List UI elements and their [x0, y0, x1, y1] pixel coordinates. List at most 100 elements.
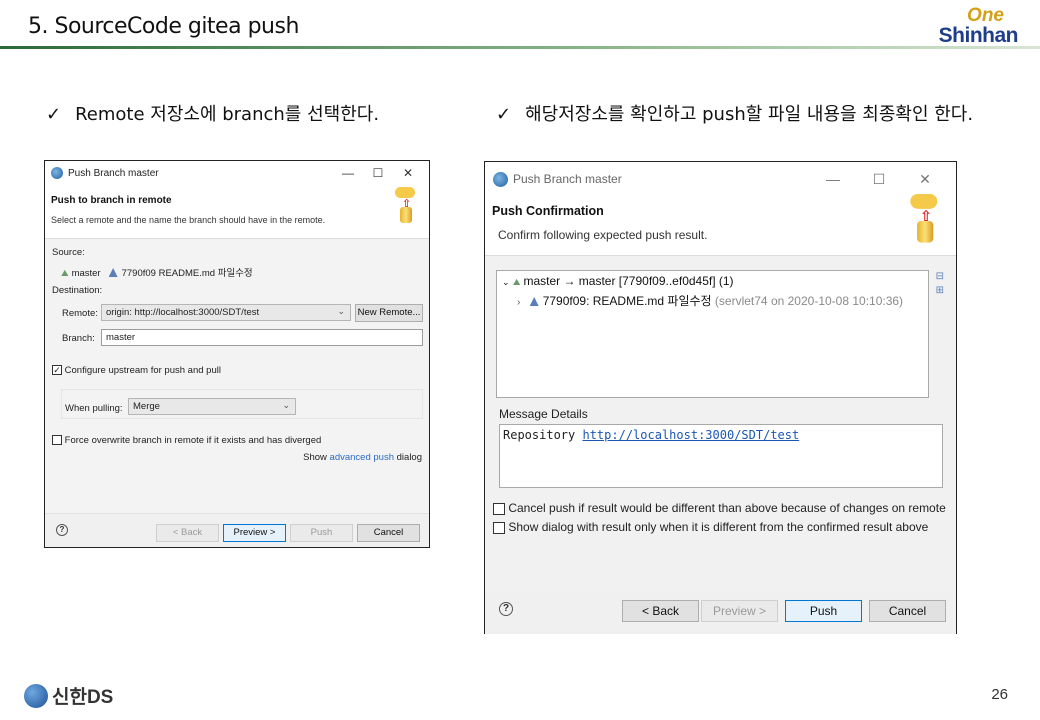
- page-number: 26: [991, 686, 1008, 703]
- tree-toolbar: ⊟ ⊞: [936, 270, 944, 298]
- help-icon[interactable]: ?: [56, 524, 68, 536]
- shinhan-logo-icon: [24, 683, 48, 708]
- when-pulling-select[interactable]: Merge ⌄: [128, 398, 296, 415]
- commit-meta: (servlet74 on 2020-10-08 10:10:36): [714, 294, 904, 308]
- preview-button[interactable]: Preview >: [223, 524, 286, 542]
- commit-icon: [108, 268, 118, 277]
- wizard-title: Push Confirmation: [492, 204, 604, 218]
- cancel-push-option[interactable]: Cancel push if result would be different…: [493, 501, 946, 515]
- branch-ref-icon: ⛰: [512, 277, 521, 287]
- when-pulling-label: When pulling:: [65, 403, 123, 414]
- branch-ref-icon: ⛰: [61, 268, 69, 278]
- back-button[interactable]: < Back: [622, 600, 699, 622]
- caption-left-text: Remote 저장소에 branch를 선택한다.: [75, 104, 380, 125]
- show-dialog-option[interactable]: Show dialog with result only when it is …: [493, 520, 928, 534]
- show-dialog-label: Show dialog with result only when it is …: [508, 520, 929, 534]
- configure-upstream-option[interactable]: ✓ Configure upstream for push and pull: [52, 365, 221, 376]
- ref-update-text: master → master [7790f09..ef0d45f] (1): [523, 274, 734, 288]
- force-overwrite-option[interactable]: Force overwrite branch in remote if it e…: [52, 435, 321, 446]
- tree-row-ref[interactable]: ⌄ ⛰ master → master [7790f09..ef0d45f] (1…: [502, 274, 734, 288]
- back-button[interactable]: < Back: [156, 524, 219, 542]
- push-branch-dialog-confirmation: Push Branch master — ☐ ✕ Push Confirmati…: [484, 161, 957, 634]
- chevron-right-icon[interactable]: ›: [517, 297, 520, 308]
- wizard-footer: ? < Back Preview > Push Cancel: [45, 513, 429, 547]
- force-overwrite-checkbox[interactable]: [52, 435, 62, 446]
- push-result-tree: ⌄ ⛰ master → master [7790f09..ef0d45f] (1…: [496, 270, 929, 398]
- message-prefix: Repository: [503, 428, 576, 442]
- source-row: ⛰ master 7790f09 README.md 파일수정: [61, 265, 253, 279]
- remote-select-value: origin: http://localhost:3000/SDT/test: [106, 307, 260, 318]
- new-remote-button[interactable]: New Remote...: [355, 304, 423, 322]
- configure-upstream-label: Configure upstream for push and pull: [64, 365, 221, 376]
- check-icon: ✓: [496, 104, 512, 125]
- title-divider: [0, 46, 1040, 49]
- branch-label: Branch:: [62, 333, 95, 344]
- close-icon[interactable]: ✕: [393, 166, 423, 180]
- eclipse-app-icon: [493, 171, 508, 187]
- caption-left: ✓ Remote 저장소에 branch를 선택한다.: [46, 100, 379, 126]
- tree-row-commit[interactable]: › 7790f09: README.md 파일수정 (servlet74 on …: [517, 292, 903, 309]
- wizard-title: Push to branch in remote: [51, 195, 172, 206]
- show-dialog-checkbox[interactable]: [493, 521, 505, 534]
- push-button[interactable]: Push: [785, 600, 862, 622]
- when-pulling-value: Merge: [133, 401, 160, 412]
- cancel-button[interactable]: Cancel: [357, 524, 420, 542]
- caption-right: ✓ 해당저장소를 확인하고 push할 파일 내용을 최종확인 한다.: [496, 100, 973, 126]
- wizard-body: ⌄ ⛰ master → master [7790f09..ef0d45f] (1…: [485, 256, 956, 634]
- expand-all-icon[interactable]: ⊞: [936, 284, 944, 298]
- brand-shinhan-text: Shinhan: [938, 24, 1019, 47]
- brand-one-text: One: [967, 5, 1004, 26]
- repository-link[interactable]: http://localhost:3000/SDT/test: [582, 428, 799, 442]
- source-commit: 7790f09 README.md 파일수정: [121, 268, 253, 279]
- chevron-down-icon: ⌄: [337, 306, 345, 316]
- minimize-icon[interactable]: —: [810, 171, 856, 187]
- destination-label: Destination:: [52, 285, 103, 296]
- chevron-down-icon[interactable]: ⌄: [502, 277, 510, 287]
- collapse-all-icon[interactable]: ⊟: [936, 270, 944, 284]
- commit-icon: [529, 297, 539, 306]
- company-logo: 신한DS: [24, 682, 113, 709]
- commit-text: 7790f09: README.md 파일수정: [542, 294, 712, 308]
- maximize-icon[interactable]: ☐: [363, 166, 393, 180]
- source-label: Source:: [52, 247, 85, 258]
- push-button[interactable]: Push: [290, 524, 353, 542]
- window-title: Push Branch master: [68, 167, 159, 179]
- wizard-header: Push to branch in remote Select a remote…: [45, 185, 429, 239]
- preview-button[interactable]: Preview >: [701, 600, 778, 622]
- push-cloud-icon: ⇧: [910, 194, 940, 245]
- show-prefix: Show: [303, 452, 327, 463]
- advanced-push-link[interactable]: advanced push: [330, 452, 394, 463]
- show-suffix: dialog: [396, 452, 422, 463]
- configure-upstream-checkbox[interactable]: ✓: [52, 365, 62, 376]
- chevron-down-icon: ⌄: [282, 400, 290, 410]
- close-icon[interactable]: ✕: [902, 171, 948, 188]
- remote-label: Remote:: [62, 308, 98, 319]
- cancel-push-checkbox[interactable]: [493, 502, 505, 515]
- caption-right-text: 해당저장소를 확인하고 push할 파일 내용을 최종확인 한다.: [525, 104, 974, 125]
- wizard-subtitle: Select a remote and the name the branch …: [51, 215, 326, 225]
- maximize-icon[interactable]: ☐: [856, 171, 902, 188]
- remote-select[interactable]: origin: http://localhost:3000/SDT/test ⌄: [101, 304, 351, 321]
- branch-input[interactable]: master: [101, 329, 423, 346]
- eclipse-app-icon: [51, 167, 63, 179]
- company-name: 신한DS: [52, 687, 114, 708]
- window-title: Push Branch master: [513, 172, 622, 186]
- cancel-button[interactable]: Cancel: [869, 600, 946, 622]
- push-branch-dialog-step1: Push Branch master — ☐ ✕ Push to branch …: [44, 160, 430, 548]
- source-branch: master: [71, 268, 101, 279]
- slide-title: 5. SourceCode gitea push: [28, 14, 299, 39]
- check-icon: ✓: [46, 104, 62, 125]
- wizard-header: Push Confirmation Confirm following expe…: [485, 194, 956, 256]
- push-cloud-icon: ⇧: [395, 187, 417, 225]
- force-overwrite-label: Force overwrite branch in remote if it e…: [64, 435, 322, 446]
- advanced-push-row: Show advanced push dialog: [303, 452, 422, 463]
- minimize-icon[interactable]: —: [333, 166, 363, 180]
- wizard-subtitle: Confirm following expected push result.: [498, 228, 708, 242]
- brand-logo: One Shinhan: [938, 5, 1019, 47]
- window-titlebar: Push Branch master — ☐ ✕: [45, 161, 429, 185]
- window-titlebar: Push Branch master — ☐ ✕: [485, 162, 956, 196]
- wizard-footer: ? < Back Preview > Push Cancel: [485, 592, 956, 634]
- message-details-box[interactable]: Repository http://localhost:3000/SDT/tes…: [499, 424, 943, 488]
- wizard-body: Source: ⛰ master 7790f09 README.md 파일수정 De…: [45, 239, 429, 547]
- help-icon[interactable]: ?: [499, 602, 513, 616]
